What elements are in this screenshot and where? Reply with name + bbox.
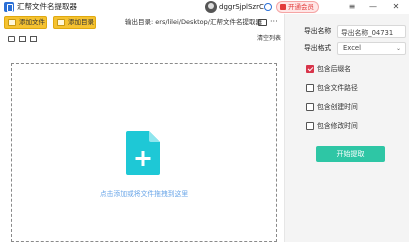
add-file-label: 添加文件	[19, 18, 45, 26]
output-directory: 输出目录: ers/lilei/Desktop/汇帮文件名提取器	[125, 17, 262, 28]
open-folder-icon[interactable]	[258, 19, 267, 26]
close-button[interactable]: ✕	[390, 1, 402, 13]
view-list-icon[interactable]	[19, 36, 26, 42]
vip-icon	[280, 4, 286, 10]
include-extension-label: 包含后缀名	[317, 65, 351, 73]
add-file-icon	[8, 19, 16, 26]
clear-list-button[interactable]: 清空列表	[257, 34, 281, 44]
file-list-header	[0, 32, 283, 46]
title-bar: 汇帮文件名提取器 dggrSjplSzrC 开通会员 ≡ — ✕	[0, 0, 409, 14]
export-name-label: 导出名称	[304, 27, 332, 35]
add-file-large-icon	[126, 131, 160, 175]
export-name-input[interactable]	[337, 25, 406, 38]
username[interactable]: dggrSjplSzrC	[219, 1, 264, 13]
file-drop-zone[interactable]: 点击添加或将文件拖拽到这里	[11, 63, 277, 242]
add-folder-label: 添加目录	[68, 18, 94, 26]
drop-hint-text: 点击添加或将文件拖拽到这里	[99, 190, 189, 198]
chevron-down-icon: ⌄	[395, 45, 401, 52]
export-settings-panel: 导出名称 导出格式 Excel ⌄ 包含后缀名 包含文件路径 包含创建时间 包含…	[285, 14, 409, 242]
include-path-checkbox[interactable]	[306, 84, 314, 92]
vip-label: 开通会员	[288, 3, 314, 11]
export-format-value: Excel	[343, 44, 362, 52]
back-icon[interactable]	[8, 36, 15, 42]
include-path-label: 包含文件路径	[317, 84, 358, 92]
app-title: 汇帮文件名提取器	[17, 2, 77, 11]
add-folder-button[interactable]: 添加目录	[53, 16, 96, 29]
include-modified-time-checkbox[interactable]	[306, 122, 314, 130]
output-dir-value[interactable]: ers/lilei/Desktop/汇帮文件名提取器	[155, 18, 262, 26]
more-options-icon[interactable]: ···	[270, 16, 278, 27]
export-format-label: 导出格式	[304, 44, 332, 52]
user-badge-icon	[264, 3, 272, 11]
minimize-button[interactable]: —	[367, 1, 379, 13]
start-extract-button[interactable]: 开始提取	[316, 146, 385, 162]
include-extension-checkbox[interactable]	[306, 65, 314, 73]
app-logo-icon	[4, 2, 14, 12]
add-folder-icon	[57, 19, 65, 26]
include-created-time-label: 包含创建时间	[317, 103, 358, 111]
menu-icon[interactable]: ≡	[346, 1, 358, 13]
export-format-select[interactable]: Excel ⌄	[337, 42, 406, 55]
output-dir-label: 输出目录:	[125, 18, 154, 26]
view-grid-icon[interactable]	[30, 36, 37, 42]
include-modified-time-label: 包含修改时间	[317, 122, 358, 130]
include-created-time-checkbox[interactable]	[306, 103, 314, 111]
avatar[interactable]	[205, 1, 217, 13]
vip-button[interactable]: 开通会员	[276, 1, 319, 13]
add-file-button[interactable]: 添加文件	[4, 16, 47, 29]
